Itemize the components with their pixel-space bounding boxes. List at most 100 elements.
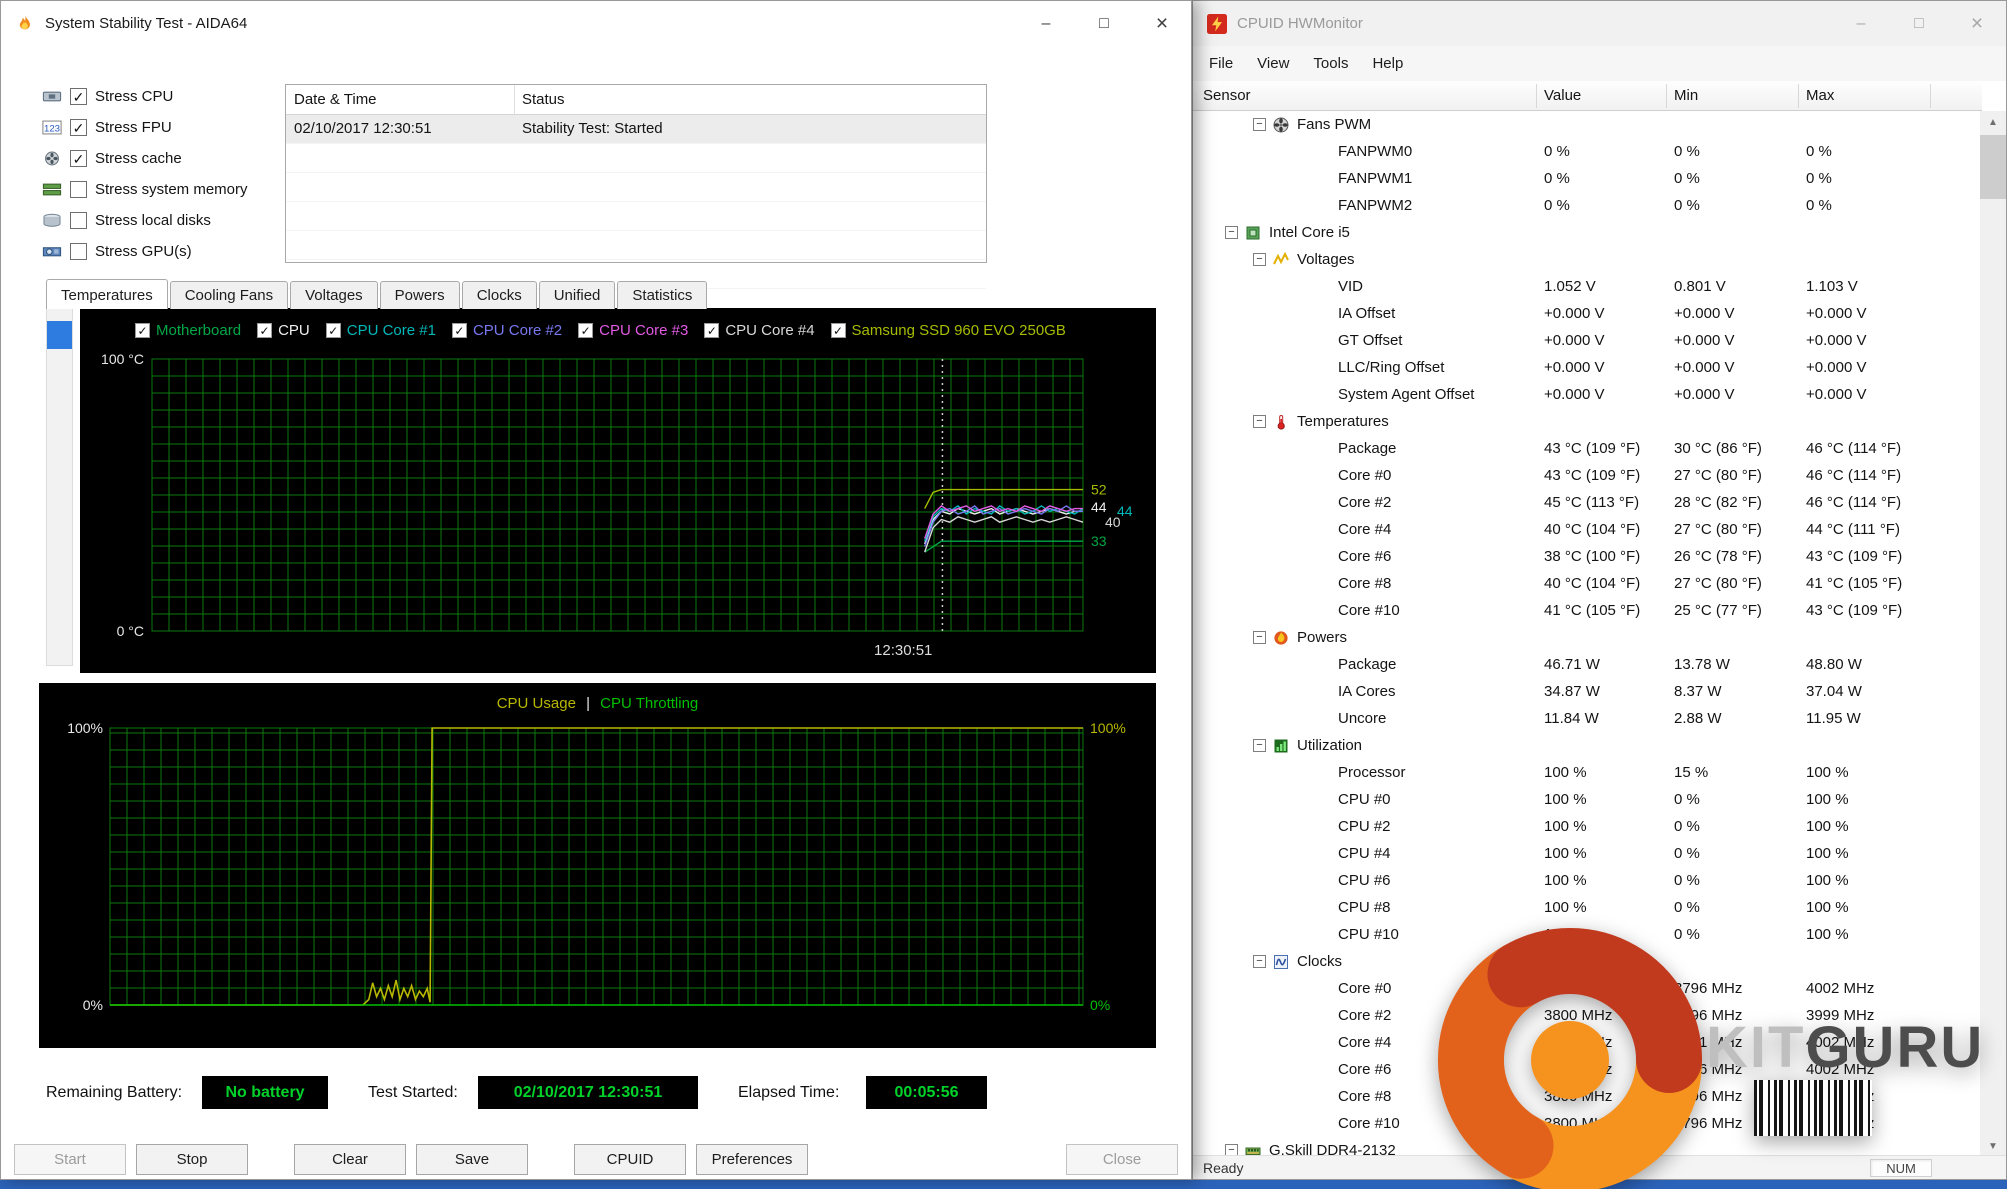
- sensor-max: 4002 MHz: [1806, 1061, 1874, 1078]
- legend-checkbox[interactable]: ✓: [326, 323, 341, 338]
- legend-label: CPU Core #4: [725, 322, 814, 339]
- sensor-group-row[interactable]: −Powers: [1193, 624, 1982, 651]
- sensor-row[interactable]: CPU #4100 %0 %100 %: [1193, 840, 1982, 867]
- sensor-row[interactable]: Core #043 °C (109 °F)27 °C (80 °F)46 °C …: [1193, 462, 1982, 489]
- sensor-row[interactable]: Core #840 °C (104 °F)27 °C (80 °F)41 °C …: [1193, 570, 1982, 597]
- sensor-group-row[interactable]: −G.Skill DDR4-2132: [1193, 1137, 1982, 1157]
- legend-checkbox[interactable]: ✓: [704, 323, 719, 338]
- sensor-group-row[interactable]: −Clocks: [1193, 948, 1982, 975]
- close-button[interactable]: ×: [1948, 1, 2006, 46]
- sensor-group-row[interactable]: −Voltages: [1193, 246, 1982, 273]
- sensor-max: 48.80 W: [1806, 656, 1862, 673]
- aida64-titlebar[interactable]: System Stability Test - AIDA64 – □ ×: [1, 1, 1191, 46]
- sensor-row[interactable]: Processor100 %15 %100 %: [1193, 759, 1982, 786]
- collapse-toggle[interactable]: −: [1253, 955, 1266, 968]
- sensor-row[interactable]: IA Cores34.87 W8.37 W37.04 W: [1193, 678, 1982, 705]
- tab-powers[interactable]: Powers: [380, 281, 460, 309]
- close-button[interactable]: ×: [1133, 1, 1191, 46]
- scroll-up-icon[interactable]: ▲: [1980, 111, 2006, 133]
- sensor-row[interactable]: Core #638 °C (100 °F)26 °C (78 °F)43 °C …: [1193, 543, 1982, 570]
- vertical-scrollbar[interactable]: ▲ ▼: [1980, 111, 2006, 1157]
- sensor-row[interactable]: Core #43800 MHz1801 MHz4002 MHz: [1193, 1029, 1982, 1056]
- menu-item-help[interactable]: Help: [1360, 55, 1415, 72]
- maximize-button[interactable]: □: [1075, 1, 1133, 46]
- sensor-row[interactable]: CPU #8100 %0 %100 %: [1193, 894, 1982, 921]
- stress-checkbox[interactable]: ✓: [70, 150, 87, 167]
- stress-checkbox[interactable]: [70, 243, 87, 260]
- sensor-group-row[interactable]: −Intel Core i5: [1193, 219, 1982, 246]
- hwmonitor-titlebar[interactable]: CPUID HWMonitor – □ ×: [1193, 1, 2006, 46]
- stop-button[interactable]: Stop: [136, 1144, 248, 1175]
- clear-button[interactable]: Clear: [294, 1144, 406, 1175]
- maximize-button[interactable]: □: [1890, 1, 1948, 46]
- minimize-button[interactable]: –: [1017, 1, 1075, 46]
- minimize-button[interactable]: –: [1832, 1, 1890, 46]
- sensor-row[interactable]: Core #1041 °C (105 °F)25 °C (77 °F)43 °C…: [1193, 597, 1982, 624]
- legend-checkbox[interactable]: ✓: [257, 323, 272, 338]
- sensor-row[interactable]: FANPWM10 %0 %0 %: [1193, 165, 1982, 192]
- scrollbar-thumb[interactable]: [1980, 135, 2006, 199]
- tab-temperatures[interactable]: Temperatures: [46, 279, 168, 309]
- legend-checkbox[interactable]: ✓: [135, 323, 150, 338]
- sensor-row[interactable]: Package46.71 W13.78 W48.80 W: [1193, 651, 1982, 678]
- sensor-row[interactable]: Package43 °C (109 °F)30 °C (86 °F)46 °C …: [1193, 435, 1982, 462]
- scroll-down-icon[interactable]: ▼: [1980, 1135, 2006, 1157]
- legend-checkbox[interactable]: ✓: [452, 323, 467, 338]
- log-table-row[interactable]: 02/10/2017 12:30:51Stability Test: Start…: [286, 115, 986, 144]
- sensor-row[interactable]: CPU #0100 %0 %100 %: [1193, 786, 1982, 813]
- menu-item-file[interactable]: File: [1197, 55, 1245, 72]
- sensor-max: 0 %: [1806, 197, 1832, 214]
- stress-checkbox[interactable]: ✓: [70, 88, 87, 105]
- collapse-toggle[interactable]: −: [1225, 226, 1238, 239]
- stress-checkbox[interactable]: [70, 181, 87, 198]
- sensor-row[interactable]: FANPWM20 %0 %0 %: [1193, 192, 1982, 219]
- sensor-row[interactable]: VID1.052 V0.801 V1.103 V: [1193, 273, 1982, 300]
- tab-clocks[interactable]: Clocks: [462, 281, 537, 309]
- menu-item-view[interactable]: View: [1245, 55, 1301, 72]
- tab-statistics[interactable]: Statistics: [617, 281, 707, 309]
- legend-checkbox[interactable]: ✓: [578, 323, 593, 338]
- menu-item-tools[interactable]: Tools: [1301, 55, 1360, 72]
- sensor-row[interactable]: Core #23800 MHz3796 MHz3999 MHz: [1193, 1002, 1982, 1029]
- preferences-button[interactable]: Preferences: [696, 1144, 808, 1175]
- sensor-row[interactable]: Uncore11.84 W2.88 W11.95 W: [1193, 705, 1982, 732]
- sensor-row[interactable]: Core #440 °C (104 °F)27 °C (80 °F)44 °C …: [1193, 516, 1982, 543]
- tab-voltages[interactable]: Voltages: [290, 281, 378, 309]
- sensor-table-header[interactable]: Sensor Value Min Max: [1193, 81, 1982, 111]
- sensor-row[interactable]: Core #63800 MHz3796 MHz4002 MHz: [1193, 1056, 1982, 1083]
- legend-checkbox[interactable]: ✓: [831, 323, 846, 338]
- sensor-row[interactable]: Core #03800 MHz3796 MHz4002 MHz: [1193, 975, 1982, 1002]
- save-button[interactable]: Save: [416, 1144, 528, 1175]
- sensor-row[interactable]: CPU #2100 %0 %100 %: [1193, 813, 1982, 840]
- sensor-row[interactable]: CPU #6100 %0 %100 %: [1193, 867, 1982, 894]
- start-button[interactable]: Start: [14, 1144, 126, 1175]
- collapse-toggle[interactable]: −: [1253, 415, 1266, 428]
- sensor-row[interactable]: Core #103800 MHz3796 MHz4001 MHz: [1193, 1110, 1982, 1137]
- collapse-toggle[interactable]: −: [1253, 739, 1266, 752]
- scrollbar-thumb[interactable]: [47, 321, 72, 349]
- sensor-row[interactable]: FANPWM00 %0 %0 %: [1193, 138, 1982, 165]
- sensor-group-row[interactable]: −Temperatures: [1193, 408, 1982, 435]
- collapse-toggle[interactable]: −: [1253, 118, 1266, 131]
- test-log-table[interactable]: Date & Time Status 02/10/2017 12:30:51St…: [285, 84, 987, 263]
- stress-checkbox[interactable]: ✓: [70, 119, 87, 136]
- cpuid-button[interactable]: CPUID: [574, 1144, 686, 1175]
- chart-vertical-scrollbar[interactable]: [46, 308, 73, 666]
- legend-label: Samsung SSD 960 EVO 250GB: [852, 322, 1066, 339]
- sensor-row[interactable]: GT Offset+0.000 V+0.000 V+0.000 V: [1193, 327, 1982, 354]
- sensor-row[interactable]: LLC/Ring Offset+0.000 V+0.000 V+0.000 V: [1193, 354, 1982, 381]
- sensor-row[interactable]: Core #83800 MHz3796 MHz4002 MHz: [1193, 1083, 1982, 1110]
- stress-checkbox[interactable]: [70, 212, 87, 229]
- sensor-row[interactable]: IA Offset+0.000 V+0.000 V+0.000 V: [1193, 300, 1982, 327]
- collapse-toggle[interactable]: −: [1253, 253, 1266, 266]
- sensor-group-row[interactable]: −Utilization: [1193, 732, 1982, 759]
- close-button[interactable]: Close: [1066, 1144, 1178, 1175]
- tab-cooling-fans[interactable]: Cooling Fans: [170, 281, 288, 309]
- sensor-group-row[interactable]: −Fans PWM: [1193, 111, 1982, 138]
- taskbar-edge[interactable]: [0, 1180, 2007, 1189]
- tab-unified[interactable]: Unified: [539, 281, 616, 309]
- collapse-toggle[interactable]: −: [1253, 631, 1266, 644]
- sensor-row[interactable]: Core #245 °C (113 °F)28 °C (82 °F)46 °C …: [1193, 489, 1982, 516]
- sensor-row[interactable]: System Agent Offset+0.000 V+0.000 V+0.00…: [1193, 381, 1982, 408]
- sensor-row[interactable]: CPU #10100 %0 %100 %: [1193, 921, 1982, 948]
